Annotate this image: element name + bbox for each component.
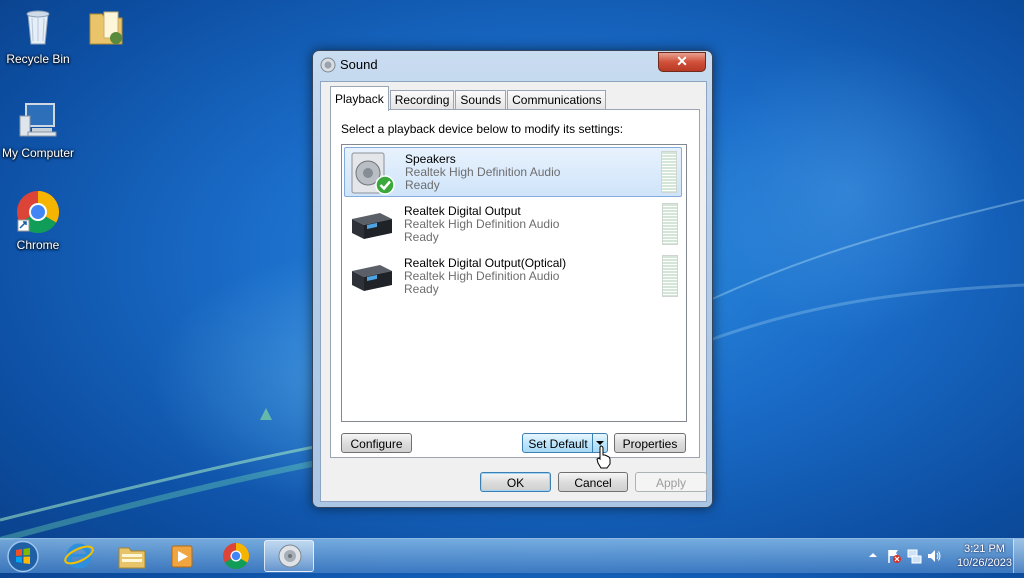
device-item-digital-output-optical[interactable]: Realtek Digital Output(Optical) Realtek … <box>344 252 682 302</box>
user-folder-icon <box>84 4 128 48</box>
desktop-icon-user-folder[interactable] <box>68 4 144 52</box>
taskbar: 3:21 PM 10/26/2023 <box>0 538 1024 573</box>
digital-output-icon <box>348 203 394 247</box>
start-button[interactable] <box>5 540 41 573</box>
taskbar-internet-explorer[interactable] <box>54 540 104 572</box>
windows-explorer-icon <box>118 547 146 569</box>
device-status: Ready <box>404 230 439 244</box>
chrome-icon <box>223 542 250 570</box>
desktop-icon-recycle-bin[interactable]: Recycle Bin <box>0 4 76 66</box>
chrome-icon <box>16 190 60 234</box>
desktop-icon-my-computer[interactable]: My Computer <box>0 98 76 160</box>
chevron-up-icon[interactable] <box>868 550 878 560</box>
device-text: Realtek Digital Output(Optical) Realtek … <box>404 257 566 296</box>
configure-button[interactable]: Configure <box>341 433 412 453</box>
clock-time: 3:21 PM <box>963 543 1005 555</box>
digital-output-icon <box>348 255 394 299</box>
taskbar-chrome[interactable] <box>211 540 261 572</box>
dialog-body: Playback Recording Sounds Communications… <box>320 81 707 502</box>
show-desktop-button[interactable] <box>1013 539 1024 573</box>
sound-icon <box>278 544 302 568</box>
set-default-label: Set Default <box>528 437 588 451</box>
desktop-icon-label: Chrome <box>16 238 60 252</box>
taskbar-sound[interactable] <box>264 540 314 572</box>
media-player-icon <box>171 545 193 568</box>
start-orb-icon <box>7 540 39 573</box>
desktop-icon-chrome[interactable]: Chrome <box>0 190 76 252</box>
tab-strip: Playback Recording Sounds Communications <box>330 86 607 111</box>
device-status: Ready <box>405 178 440 192</box>
taskbar-media-player[interactable] <box>157 540 207 572</box>
dialog-title: Sound <box>340 57 378 72</box>
device-status: Ready <box>404 282 439 296</box>
tab-communications[interactable]: Communications <box>507 90 607 110</box>
properties-button[interactable]: Properties <box>614 433 686 453</box>
clock-date: 10/26/2023 <box>956 557 1012 569</box>
title-bar[interactable]: Sound ✕ <box>313 51 712 77</box>
recycle-bin-icon <box>16 4 60 48</box>
apply-button[interactable]: Apply <box>635 472 707 492</box>
level-meter <box>662 203 678 245</box>
system-tray: 3:21 PM 10/26/2023 <box>864 539 1024 573</box>
cancel-button[interactable]: Cancel <box>558 472 628 492</box>
volume-icon[interactable] <box>926 548 942 564</box>
speaker-icon <box>349 151 395 195</box>
sound-dialog: Sound ✕ Playback Recording Sounds Commun… <box>312 50 713 508</box>
playback-panel: Select a playback device below to modify… <box>330 109 700 458</box>
device-item-digital-output[interactable]: Realtek Digital Output Realtek High Defi… <box>344 200 682 250</box>
close-button[interactable]: ✕ <box>658 52 706 72</box>
device-list[interactable]: Speakers Realtek High Definition Audio R… <box>341 144 687 422</box>
level-meter <box>662 255 678 297</box>
desktop-icon-label: My Computer <box>1 146 75 160</box>
action-center-flag-icon[interactable] <box>886 548 902 564</box>
device-text: Realtek Digital Output Realtek High Defi… <box>404 205 559 244</box>
level-meter <box>661 151 677 193</box>
tab-playback[interactable]: Playback <box>330 86 389 111</box>
clock[interactable]: 3:21 PM 10/26/2023 <box>957 542 1012 570</box>
taskbar-windows-explorer[interactable] <box>107 540 157 572</box>
device-text: Speakers Realtek High Definition Audio R… <box>405 153 560 192</box>
tab-sounds[interactable]: Sounds <box>455 90 507 110</box>
desktop-icon-label: Recycle Bin <box>6 52 70 66</box>
hand-cursor-icon <box>596 445 611 469</box>
computer-icon <box>16 98 60 142</box>
instruction-text: Select a playback device below to modify… <box>341 122 624 136</box>
tab-recording[interactable]: Recording <box>389 90 455 110</box>
speaker-icon <box>320 57 336 78</box>
network-icon[interactable] <box>906 548 922 564</box>
internet-explorer-icon <box>64 543 94 569</box>
ok-button[interactable]: OK <box>480 472 551 492</box>
device-item-speakers[interactable]: Speakers Realtek High Definition Audio R… <box>344 147 682 197</box>
